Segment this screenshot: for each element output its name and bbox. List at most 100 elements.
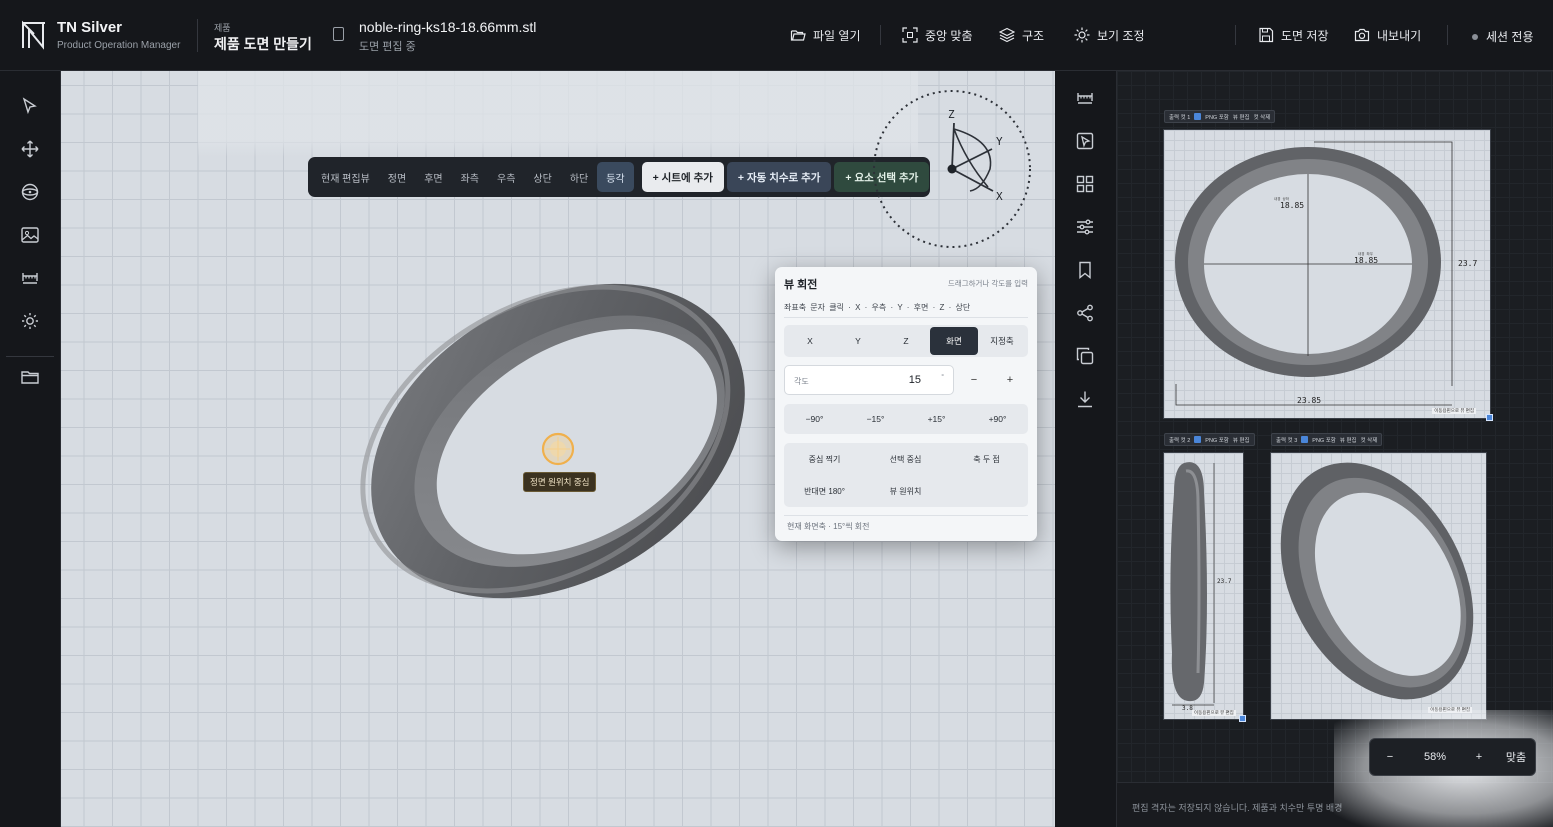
auto-dimension-button[interactable]: + 자동 치수로 추가 <box>726 162 832 192</box>
status-dot <box>1472 33 1478 40</box>
angle-decrement-button[interactable]: − <box>956 367 992 393</box>
session-label: 세션 전용 <box>1486 30 1534 44</box>
checkbox-icon[interactable] <box>1194 436 1202 443</box>
session-status: 세션 전용 <box>1472 28 1534 45</box>
image-icon[interactable] <box>20 225 40 245</box>
axis-guide: 좌표축 문자 클릭 · X · 우측 · Y · 후면 · Z · 상단 <box>784 303 971 312</box>
axis-x-button[interactable]: X <box>786 327 834 355</box>
angle-increment-button[interactable]: + <box>992 367 1028 393</box>
top-bar: TN Silver Product Operation Manager 제품 제… <box>0 0 1553 71</box>
cell-3-tag: 출력 컷 3 <box>1276 437 1298 444</box>
select-icon[interactable] <box>20 96 40 116</box>
tab-isometric[interactable]: 등각 <box>597 162 634 192</box>
open-file-label: 파일 열기 <box>813 28 861 43</box>
zoom-level: 58% <box>1423 751 1447 763</box>
panel-title: 뷰 회전 <box>784 279 818 291</box>
orbit-icon[interactable] <box>20 182 40 202</box>
axis-screen-button[interactable]: 화면 <box>930 327 978 355</box>
cell-1-toolbar: 출력 컷 1 PNG 포함 뷰 편집 컷 삭제 <box>1164 110 1276 123</box>
grid-icon[interactable] <box>1075 174 1095 194</box>
camera-icon <box>1354 28 1370 42</box>
gizmo-axis-z[interactable]: Z <box>948 108 955 121</box>
reset-view-button[interactable]: 뷰 원위치 <box>865 477 946 505</box>
angle-value[interactable]: 15 <box>909 374 921 386</box>
pick-center-button[interactable]: 중심 찍기 <box>784 445 865 473</box>
axis-z-button[interactable]: Z <box>882 327 930 355</box>
center-marker-label: 정면 원위치 중심 <box>523 472 597 492</box>
flip-180-button[interactable]: 반대면 180° <box>784 477 865 505</box>
folder-open-icon <box>790 30 806 41</box>
rotate-minus-15-button[interactable]: −15° <box>845 404 906 434</box>
output-cell-1[interactable]: 18.85 내경 상하 18.85 내경 좌우 23.7 23.85 이동용핀으… <box>1163 129 1491 419</box>
cell-3-delete[interactable]: 컷 삭제 <box>1361 436 1378 444</box>
dim-inner-horizontal-label: 내경 좌우 <box>1358 251 1374 256</box>
divider <box>784 317 1028 318</box>
selection-center-button[interactable]: 선택 중심 <box>865 445 946 473</box>
cell-2-png[interactable]: PNG 포함 <box>1205 436 1229 444</box>
cell-1-delete[interactable]: 컷 삭제 <box>1254 113 1271 121</box>
breadcrumb-section[interactable]: 제품 <box>214 21 231 34</box>
cell-3-edit[interactable]: 뷰 편집 <box>1340 436 1357 444</box>
export-label: 내보내기 <box>1377 28 1422 43</box>
dimension-icon[interactable] <box>1075 88 1095 108</box>
zoom-out-button[interactable]: − <box>1370 751 1410 763</box>
add-to-sheet-button[interactable]: + 시트에 추가 <box>641 162 724 192</box>
divider <box>784 515 1028 516</box>
gizmo-axis-y[interactable]: Y <box>996 135 1003 148</box>
copy-icon[interactable] <box>1075 346 1095 366</box>
tab-left[interactable]: 좌측 <box>452 162 488 192</box>
orientation-gizmo[interactable]: Z Y X <box>870 87 1034 251</box>
dim-inner-vertical-label: 내경 상하 <box>1274 196 1290 201</box>
cell-1-edit[interactable]: 뷰 편집 <box>1233 113 1250 121</box>
move-icon[interactable] <box>20 139 40 159</box>
dim-inner-horizontal: 18.85 <box>1354 256 1378 265</box>
tab-right[interactable]: 우측 <box>488 162 524 192</box>
rotate-minus-90-button[interactable]: −90° <box>784 404 845 434</box>
resize-handle[interactable] <box>1486 414 1493 421</box>
brand-logo-icon <box>22 20 45 50</box>
open-file-button[interactable]: 파일 열기 <box>790 25 861 45</box>
save-drawing-label: 도면 저장 <box>1281 28 1329 43</box>
tab-front[interactable]: 정면 <box>379 162 415 192</box>
cell-2-edit[interactable]: 뷰 편집 <box>1233 436 1250 444</box>
axis-custom-button[interactable]: 지정축 <box>978 327 1026 355</box>
sliders-icon[interactable] <box>1075 217 1095 237</box>
structure-button[interactable]: 구조 <box>999 25 1044 45</box>
gizmo-axis-x[interactable]: X <box>996 190 1003 203</box>
zoom-fit-button[interactable]: 맞춤 <box>1498 749 1534 765</box>
tab-back[interactable]: 후면 <box>415 162 451 192</box>
tab-top[interactable]: 상단 <box>524 162 560 192</box>
center-crosshair-icon[interactable] <box>540 431 576 467</box>
tab-bottom[interactable]: 하단 <box>561 162 597 192</box>
export-button[interactable]: 내보내기 <box>1354 25 1421 45</box>
rotate-plus-90-button[interactable]: +90° <box>967 404 1028 434</box>
rotate-plus-15-button[interactable]: +15° <box>906 404 967 434</box>
dimension-icon[interactable] <box>20 268 40 288</box>
divider <box>1235 25 1236 45</box>
save-drawing-button[interactable]: 도면 저장 <box>1258 25 1329 45</box>
output-cell-3[interactable]: 이동용핀으로 뷰 편집 <box>1270 452 1487 720</box>
pivot-actions: 중심 찍기 선택 중심 축 두 점 반대면 180° 뷰 원위치 <box>784 443 1028 507</box>
cell-3-png[interactable]: PNG 포함 <box>1312 436 1336 444</box>
dim-inner-vertical: 18.85 <box>1280 201 1304 210</box>
light-icon[interactable] <box>20 311 40 331</box>
center-fit-button[interactable]: 중앙 맞춤 <box>902 25 973 45</box>
view-adjust-button[interactable]: 보기 조정 <box>1074 25 1145 45</box>
share-icon[interactable] <box>1075 303 1095 323</box>
download-icon[interactable] <box>1075 389 1095 409</box>
brand-subtitle: Product Operation Manager <box>57 40 181 51</box>
cell-1-png[interactable]: PNG 포함 <box>1205 113 1229 121</box>
zoom-in-button[interactable]: + <box>1460 751 1498 763</box>
select-view-icon[interactable] <box>1075 131 1095 151</box>
axis-y-button[interactable]: Y <box>834 327 882 355</box>
output-cell-2[interactable]: 23.7 3.8 이동용핀으로 뷰 편집 <box>1163 452 1244 720</box>
resize-handle[interactable] <box>1239 715 1246 722</box>
folder-icon[interactable] <box>20 367 40 387</box>
checkbox-icon[interactable] <box>1301 436 1309 443</box>
checkbox-icon[interactable] <box>1194 113 1202 120</box>
structure-label: 구조 <box>1022 28 1045 43</box>
two-point-axis-button[interactable]: 축 두 점 <box>946 445 1027 473</box>
angle-field[interactable]: 각도 15 ° <box>784 365 954 395</box>
bookmark-icon[interactable] <box>1075 260 1095 280</box>
view-rotation-panel: 뷰 회전 드래그하거나 각도를 입력 좌표축 문자 클릭 · X · 우측 · … <box>775 267 1037 541</box>
